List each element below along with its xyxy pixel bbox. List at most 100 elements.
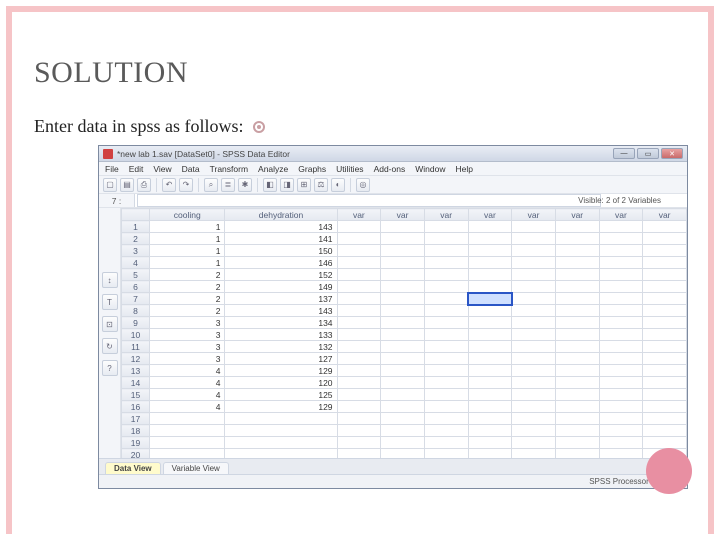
data-cell[interactable] bbox=[424, 317, 468, 329]
data-cell[interactable] bbox=[424, 437, 468, 449]
data-cell[interactable]: 150 bbox=[225, 245, 337, 257]
data-cell[interactable]: 4 bbox=[150, 377, 225, 389]
data-cell[interactable] bbox=[424, 377, 468, 389]
data-cell[interactable] bbox=[512, 317, 556, 329]
data-cell[interactable] bbox=[599, 377, 643, 389]
data-cell[interactable] bbox=[555, 317, 599, 329]
data-cell[interactable]: 4 bbox=[150, 401, 225, 413]
data-cell[interactable] bbox=[555, 425, 599, 437]
data-cell[interactable] bbox=[337, 257, 381, 269]
data-cell[interactable] bbox=[512, 437, 556, 449]
column-header[interactable]: var bbox=[424, 209, 468, 221]
row-number[interactable]: 3 bbox=[122, 245, 150, 257]
data-cell[interactable] bbox=[643, 329, 687, 341]
data-cell[interactable] bbox=[337, 341, 381, 353]
table-row[interactable]: 19 bbox=[122, 437, 687, 449]
data-sheet[interactable]: coolingdehydrationvarvarvarvarvarvarvarv… bbox=[121, 208, 687, 458]
data-cell[interactable] bbox=[643, 437, 687, 449]
data-cell[interactable] bbox=[643, 269, 687, 281]
data-cell[interactable] bbox=[424, 233, 468, 245]
menu-addons[interactable]: Add-ons bbox=[374, 164, 406, 174]
table-row[interactable]: 31150 bbox=[122, 245, 687, 257]
column-header[interactable]: var bbox=[555, 209, 599, 221]
row-number[interactable]: 14 bbox=[122, 377, 150, 389]
data-cell[interactable] bbox=[512, 269, 556, 281]
data-cell[interactable]: 3 bbox=[150, 329, 225, 341]
data-cell[interactable] bbox=[381, 293, 425, 305]
row-number[interactable]: 12 bbox=[122, 353, 150, 365]
data-cell[interactable] bbox=[468, 305, 512, 317]
data-cell[interactable]: 1 bbox=[150, 233, 225, 245]
data-cell[interactable] bbox=[643, 317, 687, 329]
data-cell[interactable] bbox=[512, 413, 556, 425]
data-cell[interactable] bbox=[424, 365, 468, 377]
data-cell[interactable]: 4 bbox=[150, 365, 225, 377]
table-row[interactable]: 62149 bbox=[122, 281, 687, 293]
table-row[interactable]: 21141 bbox=[122, 233, 687, 245]
data-cell[interactable]: 137 bbox=[225, 293, 337, 305]
data-cell[interactable] bbox=[381, 401, 425, 413]
data-cell[interactable] bbox=[424, 353, 468, 365]
menu-file[interactable]: File bbox=[105, 164, 119, 174]
goto-icon[interactable]: ⌕ bbox=[204, 178, 218, 192]
data-cell[interactable] bbox=[468, 329, 512, 341]
row-number[interactable]: 16 bbox=[122, 401, 150, 413]
data-cell[interactable] bbox=[555, 413, 599, 425]
data-cell[interactable] bbox=[512, 281, 556, 293]
cell-value-input[interactable] bbox=[137, 194, 601, 207]
menu-data[interactable]: Data bbox=[182, 164, 200, 174]
value-labels-icon[interactable]: ◎ bbox=[356, 178, 370, 192]
data-cell[interactable]: 127 bbox=[225, 353, 337, 365]
data-cell[interactable] bbox=[643, 257, 687, 269]
data-cell[interactable] bbox=[643, 341, 687, 353]
data-cell[interactable] bbox=[599, 257, 643, 269]
data-cell[interactable] bbox=[643, 245, 687, 257]
data-cell[interactable] bbox=[381, 317, 425, 329]
table-row[interactable]: 20 bbox=[122, 449, 687, 459]
data-cell[interactable] bbox=[555, 269, 599, 281]
data-cell[interactable] bbox=[512, 293, 556, 305]
data-cell[interactable] bbox=[337, 449, 381, 459]
column-header[interactable]: dehydration bbox=[225, 209, 337, 221]
data-cell[interactable] bbox=[599, 449, 643, 459]
data-cell[interactable] bbox=[381, 437, 425, 449]
table-row[interactable]: 144120 bbox=[122, 377, 687, 389]
data-cell[interactable] bbox=[337, 365, 381, 377]
column-header[interactable]: var bbox=[337, 209, 381, 221]
row-number[interactable]: 11 bbox=[122, 341, 150, 353]
data-cell[interactable] bbox=[512, 389, 556, 401]
data-cell[interactable] bbox=[381, 413, 425, 425]
row-number[interactable]: 5 bbox=[122, 269, 150, 281]
data-cell[interactable] bbox=[555, 329, 599, 341]
data-cell[interactable] bbox=[555, 233, 599, 245]
data-cell[interactable] bbox=[599, 269, 643, 281]
side-tool-icon[interactable]: ↕ bbox=[102, 272, 118, 288]
data-cell[interactable] bbox=[468, 317, 512, 329]
data-cell[interactable] bbox=[555, 293, 599, 305]
data-cell[interactable] bbox=[337, 377, 381, 389]
data-cell[interactable]: 146 bbox=[225, 257, 337, 269]
data-cell[interactable] bbox=[512, 245, 556, 257]
data-cell[interactable] bbox=[643, 389, 687, 401]
data-cell[interactable] bbox=[599, 437, 643, 449]
data-cell[interactable] bbox=[337, 389, 381, 401]
data-cell[interactable] bbox=[468, 281, 512, 293]
data-cell[interactable] bbox=[468, 389, 512, 401]
data-cell[interactable] bbox=[512, 377, 556, 389]
menu-help[interactable]: Help bbox=[455, 164, 472, 174]
data-cell[interactable] bbox=[381, 425, 425, 437]
data-cell[interactable] bbox=[381, 305, 425, 317]
data-cell[interactable] bbox=[381, 377, 425, 389]
menu-view[interactable]: View bbox=[153, 164, 171, 174]
data-cell[interactable] bbox=[555, 257, 599, 269]
data-cell[interactable] bbox=[337, 401, 381, 413]
data-cell[interactable] bbox=[512, 233, 556, 245]
data-cell[interactable] bbox=[512, 425, 556, 437]
table-row[interactable]: 123127 bbox=[122, 353, 687, 365]
data-cell[interactable] bbox=[424, 329, 468, 341]
column-header[interactable]: var bbox=[381, 209, 425, 221]
table-row[interactable]: 134129 bbox=[122, 365, 687, 377]
data-cell[interactable] bbox=[512, 305, 556, 317]
data-cell[interactable] bbox=[468, 413, 512, 425]
column-header[interactable]: var bbox=[599, 209, 643, 221]
